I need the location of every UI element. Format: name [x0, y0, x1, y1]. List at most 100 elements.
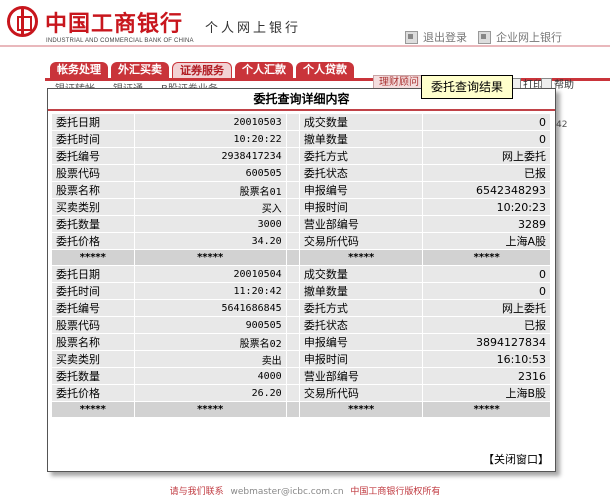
field-label: 撤单数量: [299, 131, 423, 147]
field-value: 4000: [134, 368, 286, 384]
tab-remittance[interactable]: 个人汇款: [235, 62, 293, 78]
field-label: 委托数量: [52, 368, 134, 384]
separator-stars: *****: [299, 250, 423, 265]
separator-stars: *****: [134, 402, 286, 417]
table-row: 委托时间 11:20:42 撤单数量 0: [52, 283, 550, 299]
field-value: 0: [423, 114, 550, 130]
column-gap: [286, 250, 299, 265]
corporate-banking-link[interactable]: 企业网上银行: [478, 29, 562, 45]
column-gap: [286, 182, 299, 198]
field-label: 委托价格: [52, 233, 134, 249]
table-row: 委托编号 2938417234 委托方式 网上委托: [52, 148, 550, 164]
field-value: 网上委托: [423, 300, 550, 316]
background-value: 42: [556, 120, 568, 130]
table-row: 委托日期 20010503 成交数量 0: [52, 114, 550, 130]
column-gap: [286, 300, 299, 316]
column-gap: [286, 131, 299, 147]
record-separator-row: ***** ***** ***** *****: [52, 402, 550, 417]
column-gap: [286, 402, 299, 417]
table-row: 委托数量 4000 营业部编号 2316: [52, 368, 550, 384]
field-label: 股票代码: [52, 317, 134, 333]
field-value: 已报: [423, 317, 550, 333]
field-value: 2938417234: [134, 148, 286, 164]
field-value: 2316: [423, 368, 550, 384]
email-link[interactable]: webmaster@icbc.com.cn: [230, 487, 343, 497]
table-row: 委托编号 5641686845 委托方式 网上委托: [52, 300, 550, 316]
column-gap: [286, 266, 299, 282]
logout-link[interactable]: 退出登录: [405, 29, 467, 45]
field-label: 委托方式: [299, 300, 423, 316]
field-value: 6542348293: [423, 182, 550, 198]
bank-name: 中国工商银行: [45, 12, 184, 37]
help-label: 帮助: [554, 80, 574, 91]
column-gap: [286, 385, 299, 401]
table-row: 股票名称 股票名02 申报编号 3894127834: [52, 334, 550, 350]
footer: 请与我们联系 webmaster@icbc.com.cn 中国工商银行版权所有: [0, 484, 610, 497]
table-row: 委托数量 3000 营业部编号 3289: [52, 216, 550, 232]
table-row: 委托时间 10:20:22 撤单数量 0: [52, 131, 550, 147]
corporate-icon: [478, 30, 491, 44]
field-label: 成交数量: [299, 114, 423, 130]
field-label: 交易所代码: [299, 385, 423, 401]
logout-label: 退出登录: [423, 31, 467, 44]
field-value: 0: [423, 266, 550, 282]
field-value: 卖出: [134, 351, 286, 367]
field-value: 600505: [134, 165, 286, 181]
field-value: 26.20: [134, 385, 286, 401]
field-label: 撤单数量: [299, 283, 423, 299]
column-gap: [286, 199, 299, 215]
tab-loan[interactable]: 个人贷款: [296, 62, 354, 78]
field-value: 买入: [134, 199, 286, 215]
separator-stars: *****: [134, 250, 286, 265]
contact-link[interactable]: 请与我们联系: [170, 487, 224, 497]
table-row: 委托日期 20010504 成交数量 0: [52, 266, 550, 282]
field-value: 11:20:42: [134, 283, 286, 299]
record-separator-row: ***** ***** ***** *****: [52, 250, 550, 265]
column-gap: [286, 317, 299, 333]
separator-stars: *****: [423, 402, 550, 417]
field-label: 委托价格: [52, 385, 134, 401]
logout-icon: [405, 30, 418, 44]
column-gap: [286, 114, 299, 130]
field-label: 买卖类别: [52, 351, 134, 367]
field-label: 买卖类别: [52, 199, 134, 215]
field-label: 交易所代码: [299, 233, 423, 249]
tooltip: 委托查询结果: [421, 75, 513, 99]
field-label: 委托时间: [52, 283, 134, 299]
field-value: 股票名01: [134, 182, 286, 198]
field-value: 3894127834: [423, 334, 550, 350]
table-row: 买卖类别 买入 申报时间 10:20:23: [52, 199, 550, 215]
field-value: 20010504: [134, 266, 286, 282]
tab-securities[interactable]: 证券服务: [172, 62, 232, 78]
field-value: 0: [423, 131, 550, 147]
column-gap: [286, 283, 299, 299]
column-gap: [286, 165, 299, 181]
field-label: 股票名称: [52, 334, 134, 350]
field-label: 申报时间: [299, 351, 423, 367]
order-detail-popup: 委托查询详细内容 委托日期 20010503 成交数量 0 委托时间 10:20:22 撤单…: [47, 88, 556, 472]
field-label: 申报时间: [299, 199, 423, 215]
tab-forex[interactable]: 外汇买卖: [111, 62, 169, 78]
field-label: 股票名称: [52, 182, 134, 198]
separator-stars: *****: [52, 402, 134, 417]
field-value: 16:10:53: [423, 351, 550, 367]
separator-stars: *****: [299, 402, 423, 417]
field-label: 委托编号: [52, 300, 134, 316]
table-row: 股票名称 股票名01 申报编号 6542348293: [52, 182, 550, 198]
field-label: 营业部编号: [299, 368, 423, 384]
column-gap: [286, 351, 299, 367]
field-label: 申报编号: [299, 182, 423, 198]
close-window-button[interactable]: 【关闭窗口】: [483, 451, 549, 467]
field-label: 委托日期: [52, 266, 134, 282]
field-label: 委托数量: [52, 216, 134, 232]
header-divider: [0, 45, 610, 47]
field-value: 0: [423, 283, 550, 299]
separator-stars: *****: [423, 250, 550, 265]
field-value: 上海B股: [423, 385, 550, 401]
field-label: 股票代码: [52, 165, 134, 181]
field-label: 委托状态: [299, 165, 423, 181]
tab-account[interactable]: 帐务处理: [50, 62, 108, 78]
field-label: 委托状态: [299, 317, 423, 333]
column-gap: [286, 216, 299, 232]
bank-name-en: INDUSTRIAL AND COMMERCIAL BANK OF CHINA: [46, 38, 194, 44]
